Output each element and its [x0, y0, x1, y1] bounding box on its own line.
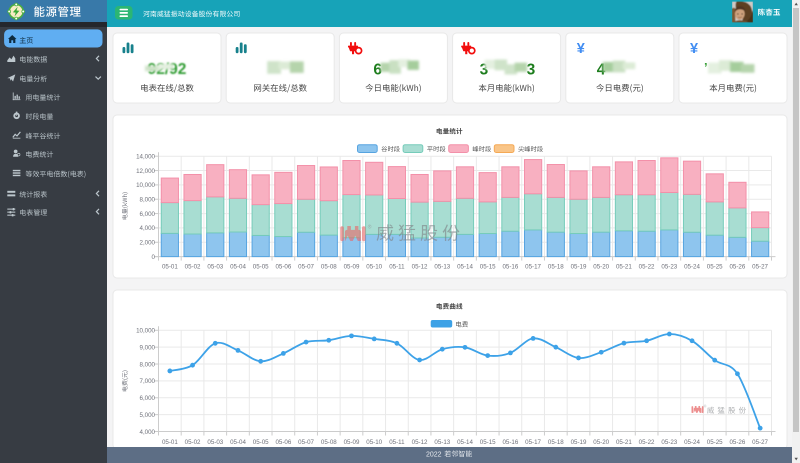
svg-text:05-11: 05-11 [389, 263, 405, 270]
svg-text:6,000: 6,000 [140, 211, 156, 218]
svg-text:05-05: 05-05 [253, 439, 269, 446]
svg-text:05-02: 05-02 [185, 439, 201, 446]
svg-text:05-20: 05-20 [593, 263, 609, 270]
svg-text:05-17: 05-17 [525, 439, 541, 446]
svg-text:05-22: 05-22 [639, 263, 655, 270]
svg-text:05-10: 05-10 [366, 439, 382, 446]
svg-text:05-08: 05-08 [321, 439, 337, 446]
svg-text:4,000: 4,000 [140, 429, 156, 436]
svg-text:05-23: 05-23 [661, 439, 677, 446]
svg-text:8,000: 8,000 [140, 361, 156, 368]
svg-text:05-25: 05-25 [707, 263, 723, 270]
svg-text:2,000: 2,000 [140, 240, 156, 247]
svg-text:05-10: 05-10 [366, 263, 382, 270]
svg-text:05-26: 05-26 [729, 439, 745, 446]
svg-text:05-24: 05-24 [684, 439, 700, 446]
svg-text:10,000: 10,000 [136, 328, 155, 335]
svg-text:05-16: 05-16 [502, 263, 518, 270]
svg-text:05-12: 05-12 [412, 263, 428, 270]
svg-text:05-08: 05-08 [321, 263, 337, 270]
svg-text:®: ® [368, 224, 372, 231]
svg-text:05-02: 05-02 [185, 263, 201, 270]
svg-text:05-01: 05-01 [162, 439, 178, 446]
svg-text:5,000: 5,000 [140, 412, 156, 419]
svg-text:05-07: 05-07 [298, 263, 314, 270]
svg-text:12,000: 12,000 [136, 168, 155, 175]
svg-text:¥: ¥ [577, 41, 585, 57]
svg-text:05-16: 05-16 [502, 439, 518, 446]
svg-text:3: 3 [527, 62, 536, 79]
svg-text:05-13: 05-13 [434, 439, 450, 446]
svg-text:05-18: 05-18 [548, 263, 564, 270]
svg-text:05-21: 05-21 [616, 439, 632, 446]
svg-text:7,000: 7,000 [140, 378, 156, 385]
svg-text:05-06: 05-06 [275, 439, 291, 446]
svg-text:®: ® [704, 405, 707, 409]
svg-text:05-26: 05-26 [729, 263, 745, 270]
svg-text:05-27: 05-27 [752, 439, 768, 446]
svg-text:05-15: 05-15 [480, 263, 496, 270]
svg-text:05-11: 05-11 [389, 439, 405, 446]
svg-text:05-13: 05-13 [434, 263, 450, 270]
svg-text:10,000: 10,000 [136, 182, 155, 189]
svg-text:2022: 2022 [426, 451, 442, 458]
svg-text:05-03: 05-03 [207, 263, 223, 270]
svg-text:14,000: 14,000 [136, 154, 155, 161]
svg-text:0: 0 [152, 254, 156, 261]
svg-text:05-19: 05-19 [571, 439, 587, 446]
svg-text:05-25: 05-25 [707, 439, 723, 446]
svg-text:6,000: 6,000 [140, 395, 156, 402]
svg-text:05-15: 05-15 [480, 439, 496, 446]
svg-text:4,000: 4,000 [140, 225, 156, 232]
svg-text:05-21: 05-21 [616, 263, 632, 270]
svg-text:05-17: 05-17 [525, 263, 541, 270]
svg-text:05-07: 05-07 [298, 439, 314, 446]
svg-text:05-18: 05-18 [548, 439, 564, 446]
svg-text:05-19: 05-19 [571, 263, 587, 270]
svg-text:05-04: 05-04 [230, 439, 246, 446]
svg-text:05-27: 05-27 [752, 263, 768, 270]
svg-text:05-09: 05-09 [344, 263, 360, 270]
svg-text:05-01: 05-01 [162, 263, 178, 270]
svg-text:05-04: 05-04 [230, 263, 246, 270]
svg-text:05-12: 05-12 [412, 439, 428, 446]
svg-text:9,000: 9,000 [140, 345, 156, 352]
svg-text:05-24: 05-24 [684, 263, 700, 270]
svg-text:05-22: 05-22 [639, 439, 655, 446]
svg-text:05-14: 05-14 [457, 439, 473, 446]
svg-text:05-06: 05-06 [275, 263, 291, 270]
svg-text:’: ’ [704, 60, 708, 75]
svg-text:¥: ¥ [690, 41, 698, 57]
svg-text:05-03: 05-03 [207, 439, 223, 446]
svg-text:05-20: 05-20 [593, 439, 609, 446]
svg-text:05-14: 05-14 [457, 263, 473, 270]
svg-text:05-09: 05-09 [344, 439, 360, 446]
svg-text:05-05: 05-05 [253, 263, 269, 270]
svg-text:05-23: 05-23 [661, 263, 677, 270]
svg-text:8,000: 8,000 [140, 197, 156, 204]
